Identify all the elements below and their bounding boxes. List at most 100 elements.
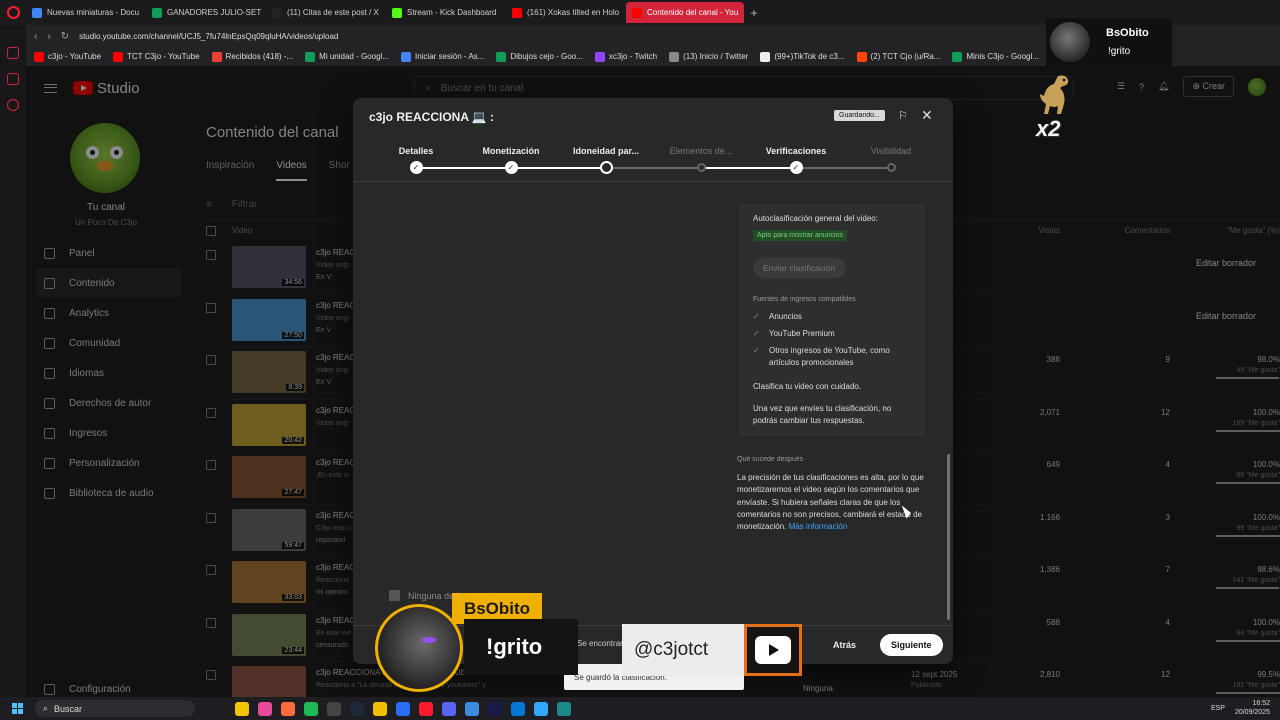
taskbar-app-icon[interactable] [258,701,272,716]
bookmark-favicon-icon [305,51,316,62]
taskbar-app-icon[interactable] [327,701,341,716]
browser-tab[interactable]: (11) Citas de este post / X [266,2,384,23]
dinosaur-sticker-icon [1040,75,1069,114]
back-button[interactable]: Atrás [833,635,856,655]
reload-icon[interactable]: ↻ [61,31,69,42]
bookmark-item[interactable]: Dibujos cejo - Goo... [496,51,583,62]
close-icon[interactable]: ✕ [921,107,933,124]
revenue-source: ✓ YouTube Premium [753,328,913,340]
category-rating-badge: Nada [654,188,679,199]
opera-sidebar [0,25,26,697]
bookmark-item[interactable]: Iniciar sesión - As... [400,51,484,62]
step-check-icon[interactable] [599,161,613,174]
whatsapp-icon[interactable] [7,99,19,111]
taskbar-app-icon[interactable] [557,701,571,716]
tab-favicon-icon [512,7,522,18]
submit-rating-button[interactable]: Enviar clasificación [753,258,846,278]
bookmark-favicon-icon [34,51,44,62]
chat-avatar-top [1050,22,1090,62]
browser-tab[interactable]: Contenido del canal - You [626,2,744,23]
step-label[interactable]: Verificaciones [746,146,846,156]
feedback-icon[interactable]: ⚐ [898,109,908,122]
bookmark-favicon-icon [211,51,222,62]
taskbar-app-icon[interactable] [488,701,502,716]
dialog-scrollbar[interactable] [947,454,950,620]
forward-icon[interactable]: › [47,31,50,42]
category-card[interactable]: Temas controvertidos Temas sensibles y po… [385,516,721,574]
taskbar-app-icon[interactable] [419,701,433,716]
chevron-down-icon[interactable]: ⌄ [690,536,698,547]
back-icon[interactable]: ‹ [34,31,37,42]
bookmark-item[interactable]: (13) Inicio / Twitter [669,51,748,62]
category-card[interactable]: Promoción de comportamiento engañoso Cont… [385,236,721,294]
taskbar-app-icon[interactable] [304,701,318,716]
bookmark-item[interactable]: c3jo - YouTube [34,51,101,62]
taskbar-app-icon[interactable] [442,701,456,716]
bookmark-item[interactable]: Recibidos (418) -... [211,51,293,62]
bookmark-item[interactable]: xc3jo - Twitch [594,51,657,62]
bookmark-item[interactable]: Minis C3jo - Googl... [952,51,1039,62]
windows-start-icon[interactable] [12,703,23,714]
check-icon: ✓ [753,329,760,338]
taskbar-app-icon[interactable] [534,701,548,716]
bookmark-item[interactable]: TCT C3jo - YouTube [113,51,200,62]
category-card[interactable]: Sucesos delicados Sucesos relacionados co… [385,446,721,504]
taskbar-app-icon[interactable] [281,701,295,716]
category-card[interactable]: Contenido relacionado con armas de fuego… [385,376,721,434]
chat-message-top: !grito [1108,46,1131,57]
taskbar-app-icon[interactable] [350,701,364,716]
taskbar-app-icon[interactable] [396,701,410,716]
category-card[interactable]: Contenido peyorativo o que incita al odi… [385,306,721,364]
step-check-icon[interactable]: ✓ [504,161,518,174]
browser-tab[interactable]: GANADORES JULIO-SET [146,2,264,23]
url-text[interactable]: studio.youtube.com/channel/UCJ5_7fu74lnE… [79,32,338,41]
step-label[interactable]: Detalles [366,146,466,156]
category-title: Contenido sobre drogas recreativas [403,183,566,194]
chevron-down-icon[interactable]: ⌄ [690,396,698,407]
taskbar-app-icon[interactable] [465,701,479,716]
dialog-title: c3jo REACCIONA 💻 : [369,110,495,124]
what-next-text: La precisión de tus clasificaciones es a… [737,473,924,532]
step-label[interactable]: Idoneidad par... [556,146,656,156]
category-title: Sucesos delicados [403,463,489,474]
browser-tab[interactable]: Nuevas miniaturas - Docu [26,2,144,23]
messenger-icon[interactable] [7,47,19,59]
bookmark-item[interactable]: (2) TCT Cjo (u/Ra... [856,51,940,62]
clock[interactable]: 16:52 20/09/2025 [1235,699,1270,717]
step-label[interactable]: Monetización [461,146,561,156]
taskbar-app-icon[interactable] [373,701,387,716]
step-check-icon[interactable] [886,163,896,172]
learn-more-link[interactable]: Más información [789,522,848,531]
taskbar-search[interactable]: ⌕ Buscar [35,700,195,717]
opera-logo-icon[interactable] [0,0,26,25]
category-title: Contenido peyorativo o que incita al odi… [403,323,660,334]
browser-tab[interactable]: (161) Xokas tilted en Holo [506,2,624,23]
new-tab-icon[interactable]: + [746,6,762,20]
step-check-icon[interactable]: ✓ [789,161,803,174]
step-label[interactable]: Elementos de... [651,146,751,156]
chevron-down-icon[interactable]: ⌄ [690,256,698,267]
input-language[interactable]: ESP [1211,705,1225,712]
browser-tab[interactable]: Stream - Kick Dashboard [386,2,504,23]
step-check-icon[interactable]: ✓ [409,161,423,174]
taskbar-search-label: Buscar [54,703,83,714]
screen: Nuevas miniaturas - Docu GANADORES JULIO-… [0,0,1280,720]
upload-stepper: Detalles ✓ Monetización ✓ Idoneidad par... El… [353,142,953,182]
system-tray: ESP 16:52 20/09/2025 [1211,699,1270,717]
chevron-down-icon[interactable]: ⌄ [690,326,698,337]
browser-tab-label: GANADORES JULIO-SET [167,8,262,17]
bookmark-item[interactable]: (99+)TikTok de c3... [760,51,845,62]
category-rating-badge: Nada [654,328,679,339]
taskbar-app-icon[interactable] [511,701,525,716]
step-check-icon[interactable] [696,163,706,172]
taskbar-app-icon[interactable] [235,701,249,716]
next-button[interactable]: Siguiente [880,634,943,656]
chevron-down-icon[interactable]: ⌄ [690,466,698,477]
bookmark-item[interactable]: Mi unidad - Googl... [305,51,389,62]
sidebar-app-icon[interactable] [7,73,19,85]
none-of-above-checkbox[interactable] [389,590,400,601]
tab-favicon-icon [392,7,402,18]
step-label[interactable]: Visibilidad [841,146,941,156]
chevron-down-icon[interactable]: ⌄ [690,186,698,197]
upload-dialog: c3jo REACCIONA 💻 : Guardando... ⚐ ✕ Deta… [353,98,953,664]
